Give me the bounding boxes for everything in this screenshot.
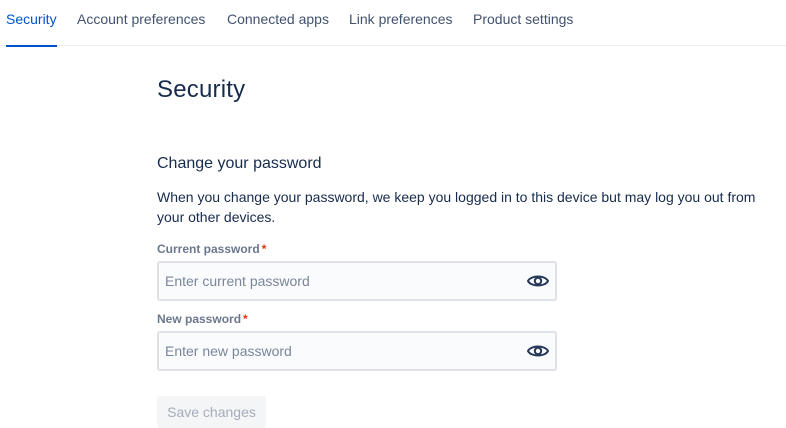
settings-tab-bar: Security Account preferences Connected a…	[0, 0, 786, 47]
change-password-heading: Change your password	[157, 155, 322, 172]
required-marker: *	[243, 312, 248, 326]
new-password-label-text: New password	[157, 312, 242, 326]
tab-connected-apps[interactable]: Connected apps	[227, 0, 329, 46]
tab-security[interactable]: Security	[6, 0, 57, 47]
tab-link-preferences[interactable]: Link preferences	[349, 0, 453, 46]
eye-icon[interactable]	[526, 340, 550, 362]
tab-account-preferences[interactable]: Account preferences	[77, 0, 205, 46]
new-password-label: New password *	[157, 312, 248, 326]
required-marker: *	[261, 242, 267, 256]
new-password-field	[157, 331, 557, 371]
current-password-label-text: Current password	[157, 242, 260, 256]
current-password-field	[157, 261, 557, 301]
change-password-description: When you change your password, we keep y…	[157, 189, 756, 225]
eye-icon[interactable]	[526, 270, 550, 292]
page-title: Security	[157, 76, 246, 103]
new-password-input[interactable]	[165, 333, 515, 369]
save-changes-button[interactable]: Save changes	[157, 396, 266, 428]
tab-product-settings[interactable]: Product settings	[473, 0, 573, 46]
current-password-label: Current password *	[157, 242, 266, 256]
current-password-input[interactable]	[165, 263, 515, 299]
